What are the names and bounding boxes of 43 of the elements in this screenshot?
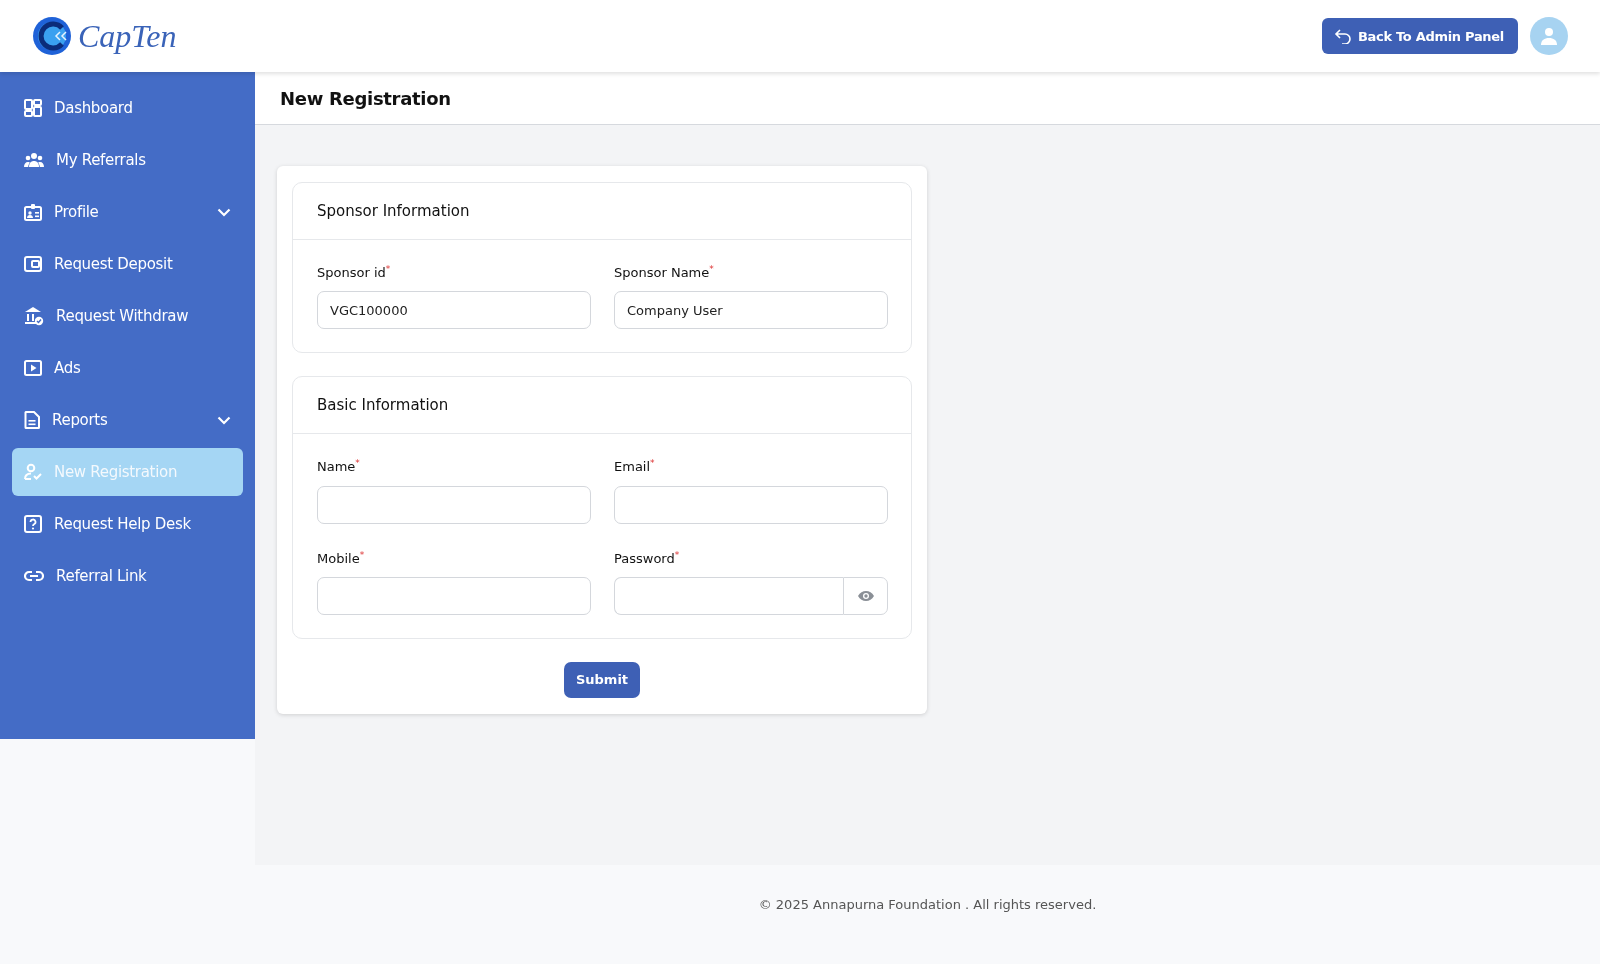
input-field[interactable]: Company User bbox=[614, 291, 888, 330]
link-icon bbox=[24, 570, 44, 582]
user-check-icon bbox=[24, 463, 42, 481]
document-icon bbox=[24, 411, 40, 429]
field-label: Name$^{*}$ bbox=[317, 458, 361, 475]
user-avatar[interactable] bbox=[1530, 17, 1568, 55]
sidebar-item[interactable]: Dashboard bbox=[12, 84, 243, 132]
input-field[interactable]: VGC100000 bbox=[317, 291, 591, 330]
section-title: Sponsor Information bbox=[317, 202, 470, 220]
logo-icon bbox=[32, 16, 72, 56]
field-label: Sponsor id$^{*}$ bbox=[317, 264, 392, 281]
sidebar-item[interactable]: Request Deposit bbox=[12, 240, 243, 288]
sidebar-item[interactable]: My Referrals bbox=[12, 136, 243, 184]
input-field[interactable] bbox=[614, 485, 888, 524]
sidebar-item[interactable]: Ads bbox=[12, 344, 243, 392]
sidebar-item[interactable]: Request Withdraw bbox=[12, 292, 243, 340]
eye-icon bbox=[856, 590, 875, 602]
field-label: Mobile$^{*}$ bbox=[317, 549, 366, 566]
play-icon bbox=[24, 360, 42, 376]
help-icon bbox=[24, 515, 42, 533]
field-label: Email$^{*}$ bbox=[614, 458, 656, 475]
input-field[interactable] bbox=[317, 577, 591, 615]
sidebar-item[interactable]: Reports bbox=[12, 396, 243, 444]
submit-button[interactable]: Submit bbox=[563, 662, 641, 698]
sidebar-item[interactable]: Profile bbox=[12, 188, 243, 236]
users-icon bbox=[24, 152, 44, 168]
field-label: Password$^{*}$ bbox=[614, 549, 681, 566]
back-arrow-icon bbox=[1333, 28, 1352, 44]
wallet-icon bbox=[24, 256, 42, 272]
id-badge-icon bbox=[24, 203, 42, 221]
sidebar-item[interactable]: Referral Link bbox=[12, 552, 243, 600]
section-title: Basic Information bbox=[317, 396, 449, 415]
field-label: Sponsor Name$^{*}$ bbox=[614, 264, 715, 281]
dashboard-icon bbox=[24, 99, 42, 117]
input-field[interactable] bbox=[317, 485, 591, 524]
show-password-button[interactable] bbox=[843, 577, 888, 615]
bank-icon bbox=[24, 306, 44, 326]
logo-text: CapTen bbox=[78, 17, 177, 55]
page-title: New Registration bbox=[280, 87, 451, 109]
sidebar-item[interactable]: Request Help Desk bbox=[12, 500, 243, 548]
copyright-text: © 2025 Annapurna Foundation . All rights reserved. bbox=[758, 897, 1097, 914]
password-field[interactable] bbox=[614, 577, 843, 615]
back-to-admin-button[interactable]: Back To Admin Panel bbox=[1321, 18, 1518, 54]
